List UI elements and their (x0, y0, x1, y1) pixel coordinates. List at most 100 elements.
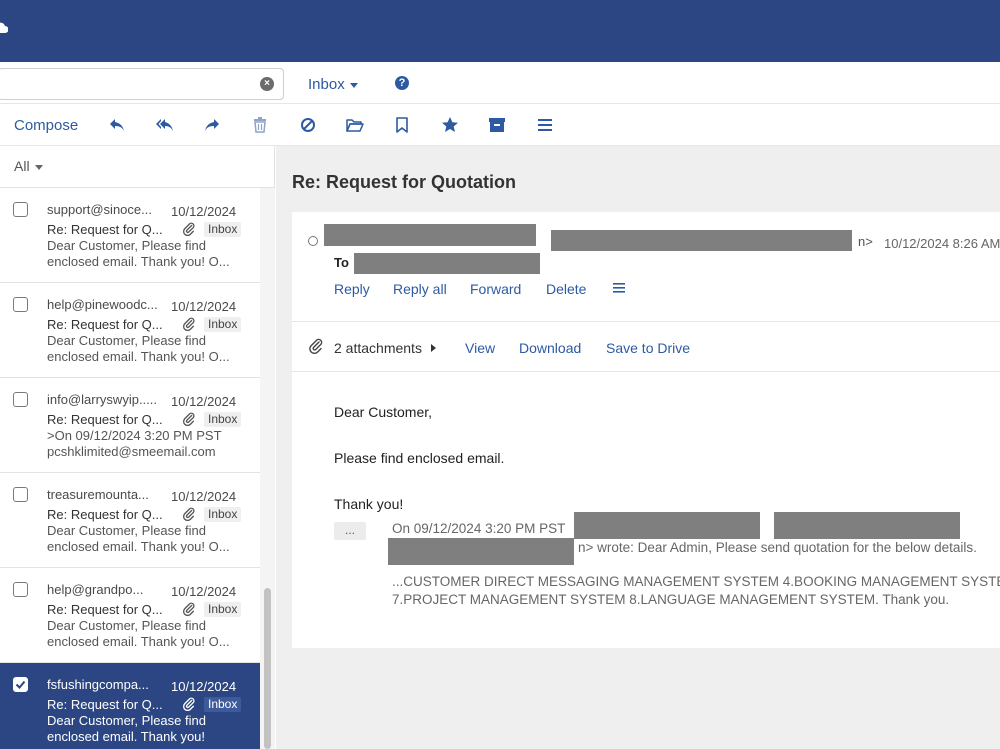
message-date: 10/12/2024 8:26 AM (884, 236, 1000, 251)
message-date: 10/12/2024 (171, 394, 237, 409)
message-subject: Re: Request for Q... (47, 222, 163, 237)
archive-icon[interactable] (487, 115, 507, 135)
menu-icon[interactable] (535, 115, 555, 135)
list-scrollbar[interactable] (260, 188, 275, 749)
view-attachments-link[interactable]: View (465, 340, 495, 356)
clear-search-icon[interactable]: × (260, 77, 274, 91)
body-greeting: Dear Customer, (334, 404, 433, 420)
message-sender: support@sinoce... (47, 202, 152, 217)
attachment-icon (309, 338, 323, 354)
delete-button[interactable]: Delete (546, 281, 586, 297)
attachment-icon (182, 507, 195, 521)
more-actions-icon[interactable] (612, 281, 626, 295)
list-header: All (0, 146, 275, 188)
scrollbar-thumb[interactable] (264, 588, 271, 749)
help-icon[interactable]: ? (395, 76, 409, 90)
message-checkbox[interactable] (13, 297, 28, 312)
message-title: Re: Request for Quotation (292, 172, 516, 192)
list-item[interactable]: fsfushingcompa... 10/12/2024 Re: Request f… (0, 663, 260, 749)
attachment-icon (182, 317, 195, 331)
trash-icon[interactable] (250, 115, 270, 135)
compose-button[interactable]: Compose (14, 117, 78, 134)
attachment-icon (182, 412, 195, 426)
bookmark-icon[interactable] (392, 115, 412, 135)
search-row: × Inbox ? (0, 62, 1000, 104)
save-to-drive-link[interactable]: Save to Drive (606, 340, 690, 356)
message-preview: Dear Customer, Please find enclosed emai… (47, 713, 206, 744)
list-item[interactable]: support@sinoce... 10/12/2024 Re: Request f… (0, 188, 260, 283)
download-attachments-link[interactable]: Download (519, 340, 581, 356)
message-checkbox[interactable] (13, 487, 28, 502)
redacted-quote-address (388, 538, 574, 565)
reading-pane: Re: Request for Quotation n> 10/12/2024 … (276, 146, 1000, 749)
unread-toggle-icon[interactable] (308, 236, 318, 246)
message-subject: Re: Request for Q... (47, 602, 163, 617)
message-checkbox[interactable] (13, 677, 28, 692)
spam-icon[interactable] (298, 115, 318, 135)
message-date: 10/12/2024 (171, 299, 237, 314)
reply-button[interactable]: Reply (334, 281, 370, 297)
message-sender: info@larryswyip..... (47, 392, 157, 407)
filter-dropdown[interactable]: All (14, 158, 43, 174)
message-sender: help@pinewoodc... (47, 297, 158, 312)
message-subject: Re: Request for Q... (47, 317, 163, 332)
sender-email-tail: n> (858, 234, 873, 249)
message-list-pane: All support@sinoce... 10/12/2024 Re: Reque… (0, 146, 275, 749)
message-list: support@sinoce... 10/12/2024 Re: Request f… (0, 188, 260, 749)
quote-line: ...CUSTOMER DIRECT MESSAGING MANAGEMENT … (392, 574, 1000, 589)
folder-badge: Inbox (204, 697, 242, 712)
redacted-quote-sender (574, 512, 760, 539)
folder-selector-label: Inbox (308, 76, 345, 93)
message-date: 10/12/2024 (171, 204, 237, 219)
message-card: n> 10/12/2024 8:26 AM To Reply Reply all… (292, 212, 1000, 648)
reply-all-button[interactable]: Reply all (393, 281, 447, 297)
message-date: 10/12/2024 (171, 584, 237, 599)
search-input[interactable]: × (0, 68, 284, 100)
message-subject: Re: Request for Q... (47, 412, 163, 427)
redacted-sender-email (551, 230, 852, 251)
attachment-icon (182, 602, 195, 616)
expand-attachments-icon[interactable] (431, 344, 436, 352)
message-header: n> 10/12/2024 8:26 AM To Reply Reply all… (292, 212, 1000, 322)
folder-badge: Inbox (204, 602, 242, 617)
forward-button[interactable]: Forward (470, 281, 521, 297)
message-date: 10/12/2024 (171, 489, 237, 504)
redacted-quote-email (774, 512, 960, 539)
attachments-bar: 2 attachments View Download Save to Driv… (292, 322, 1000, 372)
message-subject: Re: Request for Q... (47, 697, 163, 712)
message-sender: help@grandpo... (47, 582, 144, 597)
cloud-logo-icon (0, 22, 8, 33)
list-item[interactable]: help@grandpo... 10/12/2024 Re: Request for… (0, 568, 260, 663)
message-subject: Re: Request for Q... (47, 507, 163, 522)
attachment-count[interactable]: 2 attachments (334, 340, 422, 356)
message-sender: treasuremounta... (47, 487, 149, 502)
message-checkbox[interactable] (13, 202, 28, 217)
message-sender: fsfushingcompa... (47, 677, 149, 692)
redacted-recipient (354, 253, 540, 274)
show-quoted-button[interactable]: ... (334, 522, 366, 540)
message-preview: Dear Customer, Please find enclosed emai… (47, 333, 230, 364)
attachment-icon (182, 222, 195, 236)
quote-line: 7.PROJECT MANAGEMENT SYSTEM 8.LANGUAGE M… (392, 592, 950, 607)
list-item[interactable]: help@pinewoodc... 10/12/2024 Re: Request f… (0, 283, 260, 378)
attachment-icon (182, 697, 195, 711)
message-preview: >On 09/12/2024 3:20 PM PST pcshklimited@… (47, 428, 222, 459)
body-line: Please find enclosed email. (334, 450, 505, 466)
reply-all-icon[interactable] (155, 115, 175, 135)
list-item[interactable]: treasuremounta... 10/12/2024 Re: Request f… (0, 473, 260, 568)
folder-open-icon[interactable] (345, 115, 365, 135)
message-checkbox[interactable] (13, 392, 28, 407)
message-toolbar: Compose (0, 104, 1000, 146)
reply-icon[interactable] (107, 115, 127, 135)
list-item[interactable]: info@larryswyip..... 10/12/2024 Re: Reques… (0, 378, 260, 473)
folder-selector[interactable]: Inbox (308, 76, 358, 93)
body-closing: Thank you! (334, 496, 404, 512)
star-icon[interactable] (440, 115, 460, 135)
folder-badge: Inbox (204, 412, 242, 427)
message-preview: Dear Customer, Please find enclosed emai… (47, 618, 230, 649)
app-header (0, 0, 1000, 62)
forward-icon[interactable] (202, 115, 222, 135)
message-checkbox[interactable] (13, 582, 28, 597)
chevron-down-icon (349, 82, 358, 88)
message-preview: Dear Customer, Please find enclosed emai… (47, 238, 230, 269)
